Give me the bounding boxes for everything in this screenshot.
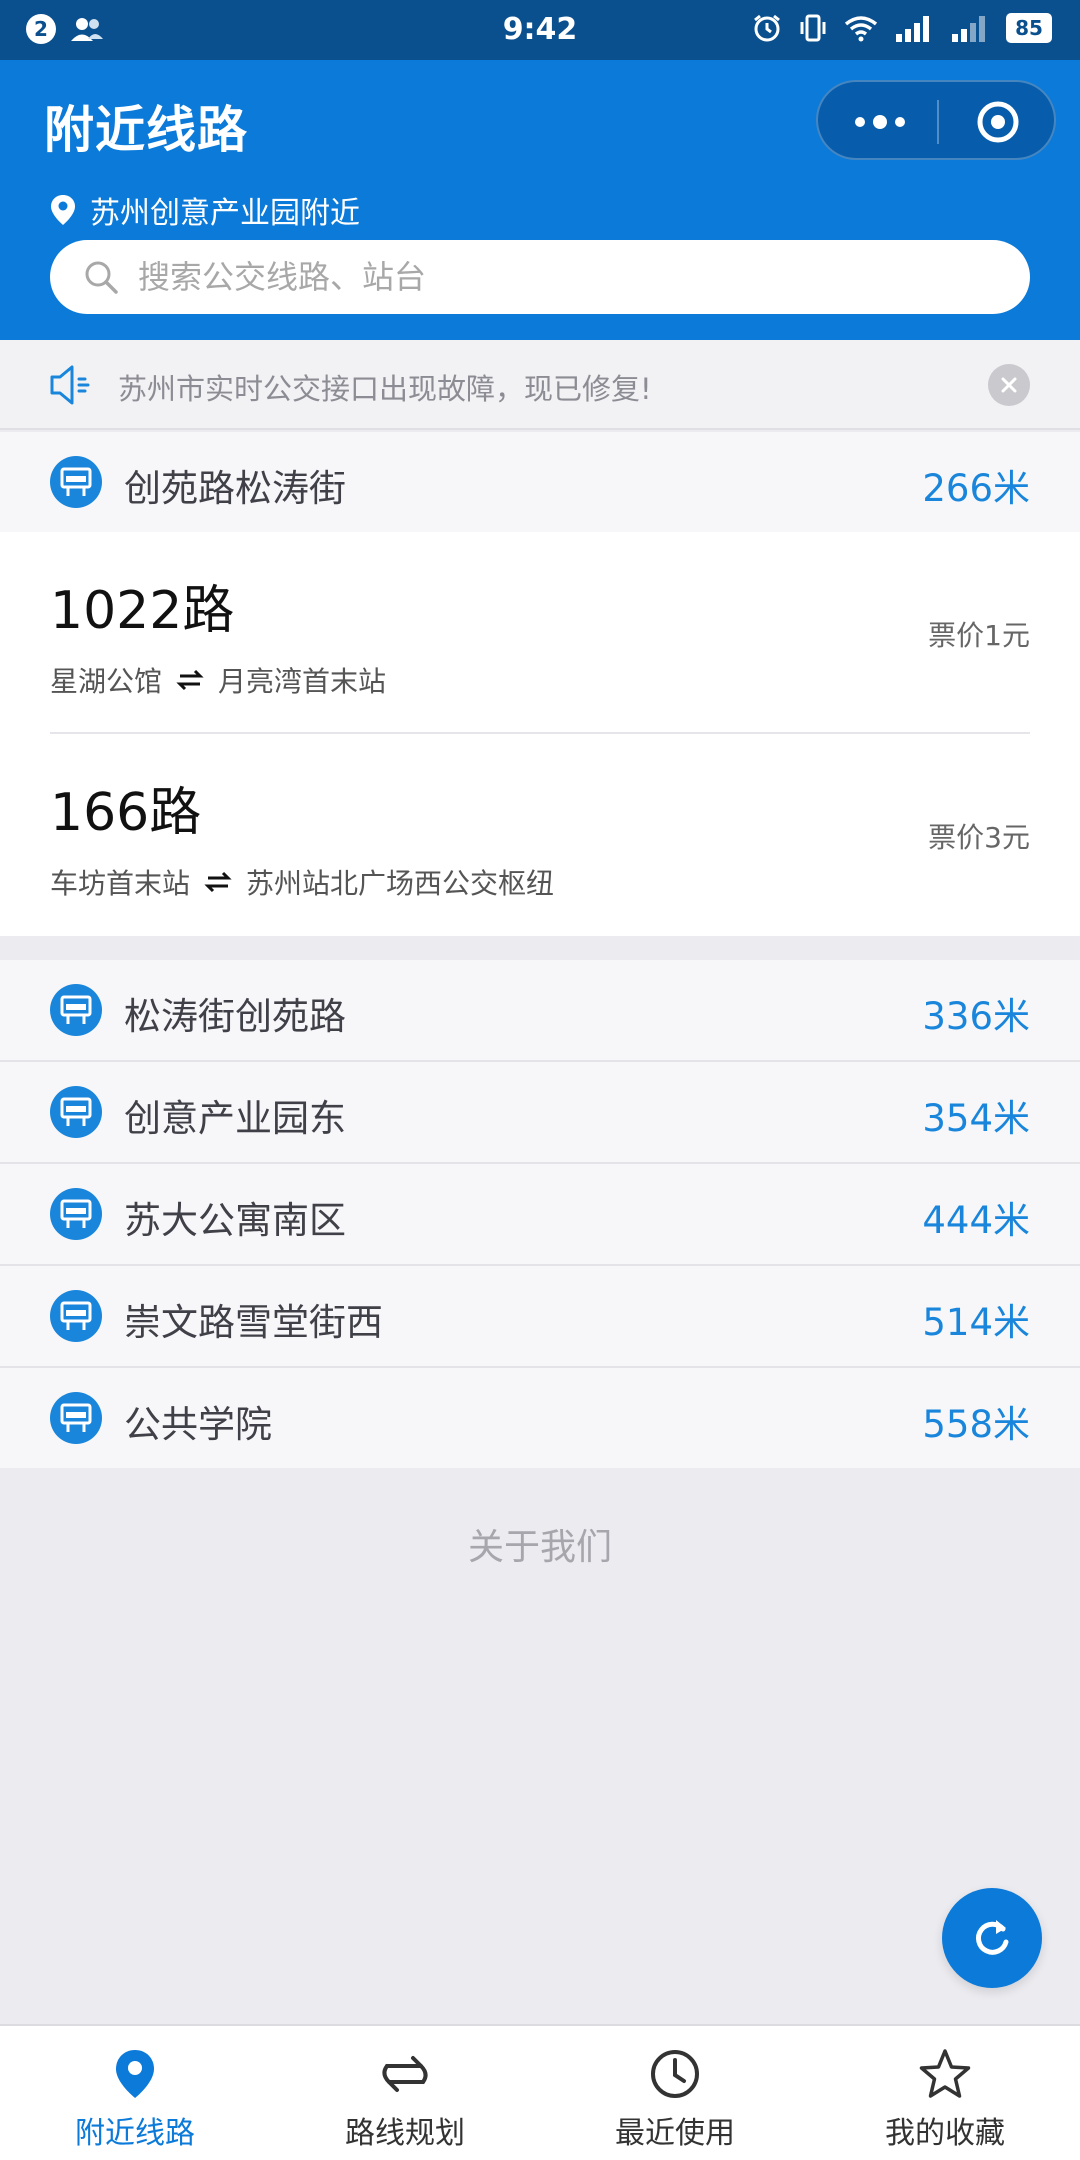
station-row[interactable]: 公共学院 558米 <box>0 1368 1080 1468</box>
bidirectional-arrow-icon <box>204 871 232 893</box>
more-dot-icon <box>855 117 865 127</box>
station-row[interactable]: 创意产业园东 354米 <box>0 1062 1080 1162</box>
search-input[interactable] <box>138 258 958 296</box>
status-bar: 2 9:42 85 <box>0 0 1080 60</box>
about-us-link[interactable]: 关于我们 <box>0 1518 1080 1570</box>
route-fare: 票价1元 <box>928 619 1030 652</box>
star-icon <box>919 2049 971 2098</box>
bus-stop-icon <box>50 1086 102 1138</box>
route-origin: 车坊首末站 <box>50 867 191 900</box>
page-title: 附近线路 <box>44 101 248 159</box>
refresh-icon <box>976 1920 1009 1955</box>
clock-icon <box>651 2050 699 2098</box>
battery-icon: 85 <box>1006 13 1052 43</box>
tab-my-favorites[interactable]: 我的收藏 <box>810 2026 1080 2160</box>
signal-icon <box>896 16 929 42</box>
route-list: 1022路 星湖公馆 月亮湾首末站 票价1元 166路 车坊首末站 苏州站北广场… <box>0 532 1080 936</box>
tab-nearby-routes[interactable]: 附近线路 <box>0 2026 270 2160</box>
route-item[interactable]: 166路 车坊首末站 苏州站北广场西公交枢纽 票价3元 <box>0 734 1080 936</box>
station-distance: 266米 <box>922 467 1030 510</box>
route-name: 166路 <box>50 783 202 843</box>
bidirectional-arrow-icon <box>176 669 204 691</box>
tab-recently-used[interactable]: 最近使用 <box>540 2026 810 2160</box>
tab-route-planning[interactable]: 路线规划 <box>270 2026 540 2160</box>
bus-stop-icon <box>50 984 102 1036</box>
bus-stop-icon <box>50 1188 102 1240</box>
station-distance: 354米 <box>922 1097 1030 1140</box>
route-swap-icon <box>382 2056 428 2092</box>
miniprogram-capsule <box>816 80 1056 160</box>
route-terminals: 星湖公馆 月亮湾首末站 <box>50 660 386 700</box>
route-destination: 月亮湾首末站 <box>218 665 387 698</box>
tab-label: 我的收藏 <box>885 2116 1005 2151</box>
search-bar[interactable] <box>50 240 1030 314</box>
location-pin-icon <box>51 195 75 225</box>
station-name: 公共学院 <box>124 1403 272 1446</box>
notice-close-button[interactable] <box>988 364 1030 406</box>
tab-label: 附近线路 <box>75 2116 195 2151</box>
tab-label: 最近使用 <box>615 2116 735 2151</box>
station-name: 松涛街创苑路 <box>124 995 346 1038</box>
notice-text: 苏州市实时公交接口出现故障，现已修复! <box>118 372 652 406</box>
tab-label: 路线规划 <box>345 2116 465 2151</box>
bottom-tab-bar: 附近线路 路线规划 最近使用 我的收藏 <box>0 2024 1080 2160</box>
station-row[interactable]: 创苑路松涛街 266米 <box>0 432 1080 532</box>
route-terminals: 车坊首末站 苏州站北广场西公交枢纽 <box>50 862 554 902</box>
status-right: 85 <box>752 13 1052 43</box>
close-icon <box>1001 377 1017 393</box>
route-origin: 星湖公馆 <box>50 665 163 698</box>
station-distance: 514米 <box>922 1301 1030 1344</box>
more-dot-icon <box>873 115 887 129</box>
station-row[interactable]: 崇文路雪堂街西 514米 <box>0 1266 1080 1366</box>
station-row[interactable]: 苏大公寓南区 444米 <box>0 1164 1080 1264</box>
search-icon <box>85 261 118 294</box>
bus-stop-icon <box>50 456 102 508</box>
station-name: 苏大公寓南区 <box>124 1199 346 1242</box>
refresh-button[interactable] <box>942 1888 1042 1988</box>
station-name: 崇文路雪堂街西 <box>124 1301 383 1344</box>
bus-stop-icon <box>50 1392 102 1444</box>
notice-banner: 苏州市实时公交接口出现故障，现已修复! <box>0 340 1080 430</box>
station-distance: 558米 <box>922 1403 1030 1446</box>
wifi-icon <box>844 16 878 42</box>
route-fare: 票价3元 <box>928 821 1030 854</box>
bus-stop-icon <box>50 1290 102 1342</box>
more-menu-button[interactable] <box>848 104 912 140</box>
close-miniprogram-button[interactable] <box>976 100 1020 144</box>
more-dot-icon <box>895 117 905 127</box>
location-pin-icon <box>116 2050 154 2098</box>
speaker-icon <box>50 365 90 405</box>
station-name: 创苑路松涛街 <box>124 467 346 510</box>
route-item[interactable]: 1022路 星湖公馆 月亮湾首末站 票价1元 <box>0 532 1080 734</box>
vibrate-icon <box>800 14 826 42</box>
route-name: 1022路 <box>50 581 235 641</box>
station-distance: 336米 <box>922 995 1030 1038</box>
station-row[interactable]: 松涛街创苑路 336米 <box>0 960 1080 1060</box>
signal-icon-2 <box>952 16 985 42</box>
capsule-divider <box>937 100 939 144</box>
location-label: 苏州创意产业园附近 <box>90 196 360 231</box>
current-location[interactable]: 苏州创意产业园附近 <box>50 188 360 232</box>
station-distance: 444米 <box>922 1199 1030 1242</box>
alarm-icon <box>754 14 780 42</box>
route-destination: 苏州站北广场西公交枢纽 <box>246 867 555 900</box>
header: 附近线路 苏州创意产业园附近 <box>0 60 1080 340</box>
station-name: 创意产业园东 <box>124 1097 346 1140</box>
